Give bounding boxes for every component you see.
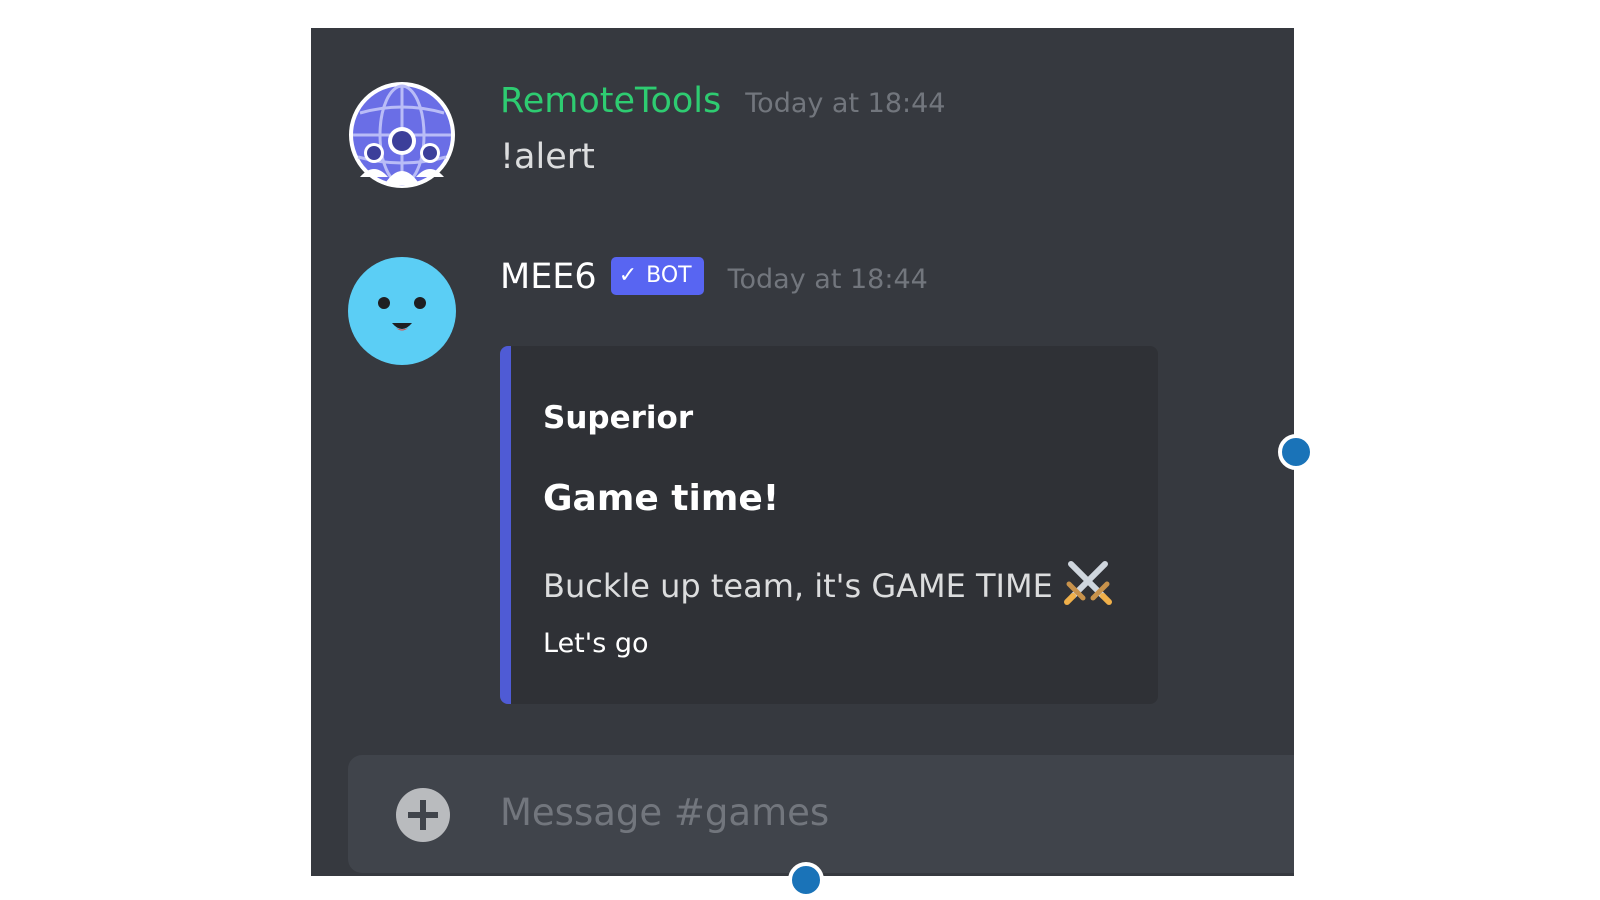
- plus-circle-icon[interactable]: [396, 788, 450, 842]
- bot-badge: ✓ BOT: [610, 256, 704, 295]
- crossed-swords-icon: [1063, 558, 1113, 614]
- username[interactable]: MEE6: [500, 257, 597, 297]
- embed: Superior Game time! Buckle up team, it's…: [500, 346, 1158, 704]
- chat-panel: RemoteTools Today at 18:44 !alert MEE6 ✓…: [311, 28, 1294, 876]
- embed-description-row: Buckle up team, it's GAME TIME: [543, 558, 1113, 614]
- timestamp[interactable]: Today at 18:44: [728, 264, 928, 295]
- embed-field: Let's go: [543, 628, 649, 659]
- message-input-bar[interactable]: Message #games: [348, 755, 1294, 873]
- resize-handle-right[interactable]: [1278, 434, 1314, 470]
- username[interactable]: RemoteTools: [500, 81, 721, 121]
- smiley-face-avatar-icon[interactable]: [348, 257, 456, 365]
- message-header: MEE6 ✓ BOT Today at 18:44: [500, 256, 1260, 307]
- resize-handle-bottom[interactable]: [788, 862, 824, 898]
- globe-people-avatar-icon[interactable]: [348, 81, 456, 189]
- bot-badge-label: BOT: [646, 263, 692, 288]
- embed-author: Superior: [543, 400, 694, 436]
- embed-title: Game time!: [543, 478, 780, 519]
- message-content: RemoteTools Today at 18:44 !alert: [500, 81, 1260, 177]
- message-text: !alert: [500, 137, 595, 177]
- embed-description: Buckle up team, it's GAME TIME: [543, 567, 1053, 605]
- timestamp[interactable]: Today at 18:44: [745, 88, 945, 119]
- message-header: RemoteTools Today at 18:44: [500, 81, 1260, 131]
- message-content: MEE6 ✓ BOT Today at 18:44 Superior Game …: [500, 256, 1260, 704]
- message-input-placeholder[interactable]: Message #games: [500, 791, 829, 834]
- checkmark-icon: ✓: [618, 263, 638, 288]
